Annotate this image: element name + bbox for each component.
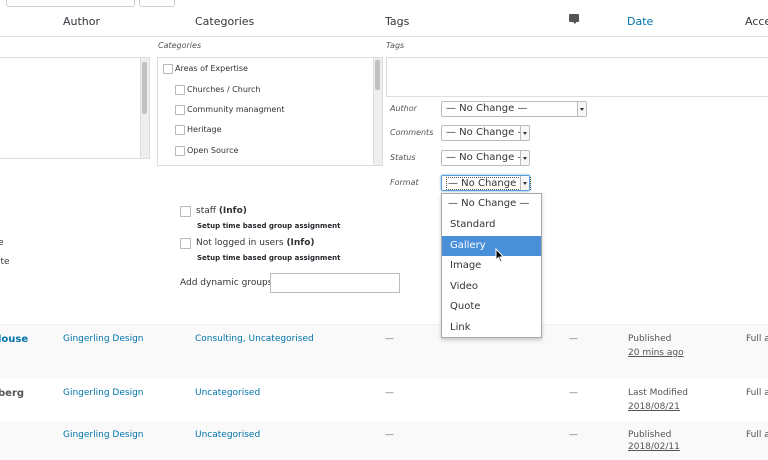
format-option[interactable]: Standard <box>442 215 541 235</box>
category-checkbox[interactable] <box>175 125 185 135</box>
row-date: 2018/02/11 <box>628 442 680 452</box>
row-tags: — <box>385 334 394 344</box>
status-select-value: — No Change — <box>446 152 528 163</box>
categories-checklist[interactable]: Areas of Expertise Churches / Church Com… <box>157 57 383 166</box>
format-select[interactable]: — No Change — <box>441 175 532 191</box>
row-comments: — <box>569 388 578 398</box>
row-author[interactable]: Gingerling Design <box>63 430 143 440</box>
group-sub-label: Setup time based group assignment <box>197 222 341 230</box>
table-row: Gingerling Design Uncategorised — — Publ… <box>0 421 768 460</box>
format-select-value: — No Change — <box>446 177 532 190</box>
chevron-down-icon <box>520 151 529 165</box>
dynamic-groups-label: Add dynamic groups <box>180 278 273 288</box>
group-label: staff (Info) <box>196 206 247 216</box>
row-status: Published <box>628 430 672 440</box>
column-author[interactable]: Author <box>63 15 100 28</box>
row-tags: — <box>385 430 394 440</box>
group-label: Not logged in users (Info) <box>196 238 315 248</box>
column-date[interactable]: Date <box>627 15 653 28</box>
group-sub-label: Setup time based group assignment <box>197 254 341 262</box>
table-row: berg Gingerling Design Uncategorised — —… <box>0 379 768 421</box>
row-tags: — <box>385 388 394 398</box>
status-label: Status <box>390 153 416 162</box>
chevron-down-icon <box>577 102 586 116</box>
posts-scrollbar[interactable] <box>140 58 149 158</box>
row-date: 2018/08/21 <box>628 402 680 412</box>
format-option[interactable]: Link <box>442 318 541 338</box>
format-option[interactable]: — No Change — <box>442 194 541 214</box>
category-checkbox[interactable] <box>163 64 173 74</box>
tags-label: Tags <box>386 41 405 50</box>
row-categories[interactable]: Uncategorised <box>195 388 260 398</box>
column-categories: Categories <box>195 15 255 28</box>
format-label: Format <box>390 178 419 187</box>
author-select-value: — No Change — <box>446 103 528 114</box>
category-checkbox[interactable] <box>175 105 185 115</box>
row-access: Full ac <box>746 430 768 440</box>
row-comments: — <box>569 430 578 440</box>
categories-scrollbar-thumb[interactable] <box>375 60 380 90</box>
group-checkbox-not-logged-in[interactable] <box>180 238 191 249</box>
category-label: Churches / Church <box>187 85 261 94</box>
group-checkbox-staff[interactable] <box>180 206 191 217</box>
table-header: Author Categories Tags Date Acces <box>0 0 768 37</box>
category-label: Heritage <box>187 125 222 134</box>
category-checkbox[interactable] <box>175 85 185 95</box>
column-tags: Tags <box>385 15 410 28</box>
posts-scrollbar-thumb[interactable] <box>142 62 147 114</box>
comments-select-value: — No Change — <box>446 127 528 138</box>
row-title[interactable]: berg <box>0 388 24 399</box>
row-status: Last Modified <box>628 388 689 398</box>
categories-label: Categories <box>158 41 202 50</box>
posts-list-box[interactable] <box>0 57 150 159</box>
row-status: Published <box>628 334 672 344</box>
row-categories[interactable]: Consulting, Uncategorised <box>195 334 314 344</box>
row-title[interactable]: louse <box>0 334 28 345</box>
comments-select[interactable]: — No Change — <box>441 125 530 141</box>
row-categories[interactable]: Uncategorised <box>195 430 260 440</box>
row-author[interactable]: Gingerling Design <box>63 334 143 344</box>
dynamic-groups-input[interactable] <box>270 273 400 293</box>
tags-textarea[interactable] <box>386 57 768 97</box>
comment-bubble-tail-icon <box>572 21 577 24</box>
author-select[interactable]: — No Change — <box>441 101 587 117</box>
row-date: 20 mins ago <box>628 348 684 358</box>
row-access: Full ac <box>746 388 768 398</box>
column-access: Acces <box>745 15 768 28</box>
row-comments: — <box>569 334 578 344</box>
comments-label: Comments <box>390 128 434 137</box>
table-row: louse Gingerling Design Consulting, Unca… <box>0 325 768 379</box>
category-label: Community managment <box>187 105 285 114</box>
format-option[interactable]: Video <box>442 277 541 297</box>
category-checkbox[interactable] <box>175 146 185 156</box>
clipped-label: e <box>0 238 4 248</box>
row-author[interactable]: Gingerling Design <box>63 388 143 398</box>
category-label: Areas of Expertise <box>175 64 248 73</box>
status-select[interactable]: — No Change — <box>441 150 530 166</box>
format-option[interactable]: Quote <box>442 297 541 317</box>
chevron-down-icon <box>520 126 529 140</box>
format-dropdown-list[interactable]: — No Change — Standard Gallery Image Vid… <box>441 193 542 338</box>
group-info-link[interactable]: (Info) <box>286 238 314 248</box>
mouse-cursor-icon <box>495 248 505 263</box>
author-label: Author <box>390 104 417 113</box>
clipped-label: ite <box>0 257 10 267</box>
format-option[interactable]: Image <box>442 256 541 276</box>
apply-button[interactable] <box>139 0 175 7</box>
row-access: Full ac <box>746 334 768 344</box>
bulk-edit-panel: Categories Areas of Expertise Churches /… <box>0 37 768 324</box>
category-label: Open Source <box>187 146 239 155</box>
format-option-gallery[interactable]: Gallery <box>442 236 541 256</box>
categories-scrollbar[interactable] <box>373 58 382 165</box>
bulk-actions-select[interactable] <box>6 0 135 7</box>
group-info-link[interactable]: (Info) <box>219 206 247 216</box>
chevron-down-icon <box>520 176 529 190</box>
